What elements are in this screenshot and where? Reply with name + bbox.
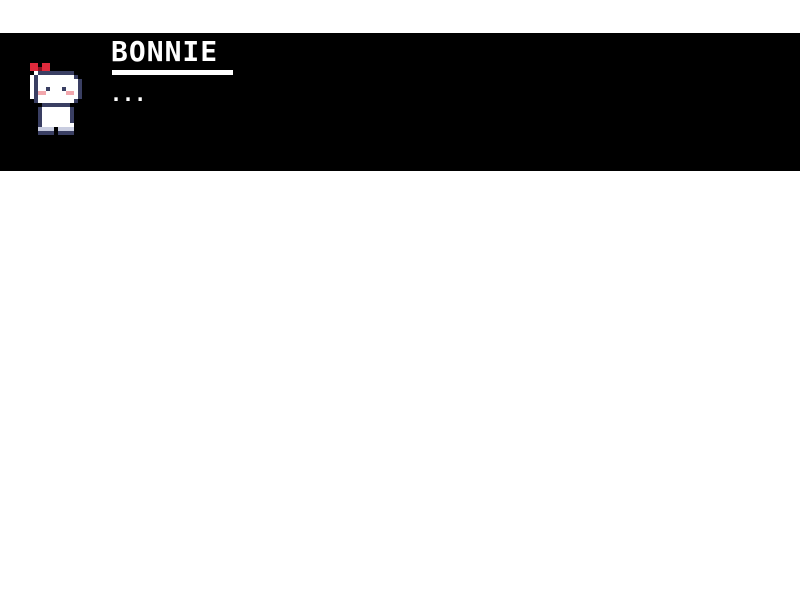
dialog-text: ... bbox=[110, 82, 147, 106]
speaker-name: BONNIE bbox=[111, 35, 219, 68]
dialog-box[interactable]: BONNIE ... bbox=[0, 33, 800, 171]
name-underline bbox=[112, 70, 233, 75]
game-stage: BONNIE ... bbox=[0, 0, 800, 600]
bonnie-portrait-icon bbox=[26, 63, 90, 139]
